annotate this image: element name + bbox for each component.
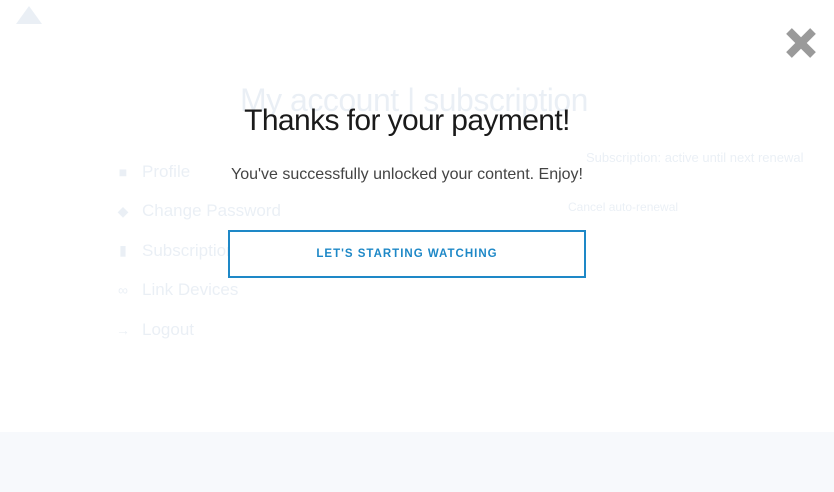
background-cancel-link: Cancel auto-renewal (568, 200, 679, 214)
payment-success-page: My account | subscription ■ Profile ◆ Ch… (0, 0, 834, 492)
card-icon: ▮ (119, 242, 127, 259)
background-menu-item-change-password: ◆ Change Password (114, 192, 281, 232)
key-icon: ◆ (117, 202, 129, 219)
logout-icon: → (116, 321, 130, 338)
modal-message: You've successfully unlocked your conten… (231, 166, 583, 183)
link-icon: ∞ (118, 282, 128, 299)
start-watching-button[interactable]: LET'S STARTING WATCHING (228, 230, 586, 278)
close-icon[interactable] (784, 26, 818, 60)
brand-logo-icon (16, 6, 42, 24)
background-footer (0, 432, 834, 492)
modal-title: Thanks for your payment! (244, 104, 570, 137)
background-menu-label: Link Devices (142, 280, 239, 300)
background-menu-label: Logout (142, 319, 194, 339)
background-menu-label: Change Password (142, 201, 281, 221)
background-subscription-status: Subscription: active until next renewal (586, 150, 804, 165)
background-menu-item-logout: → Logout (114, 310, 281, 350)
